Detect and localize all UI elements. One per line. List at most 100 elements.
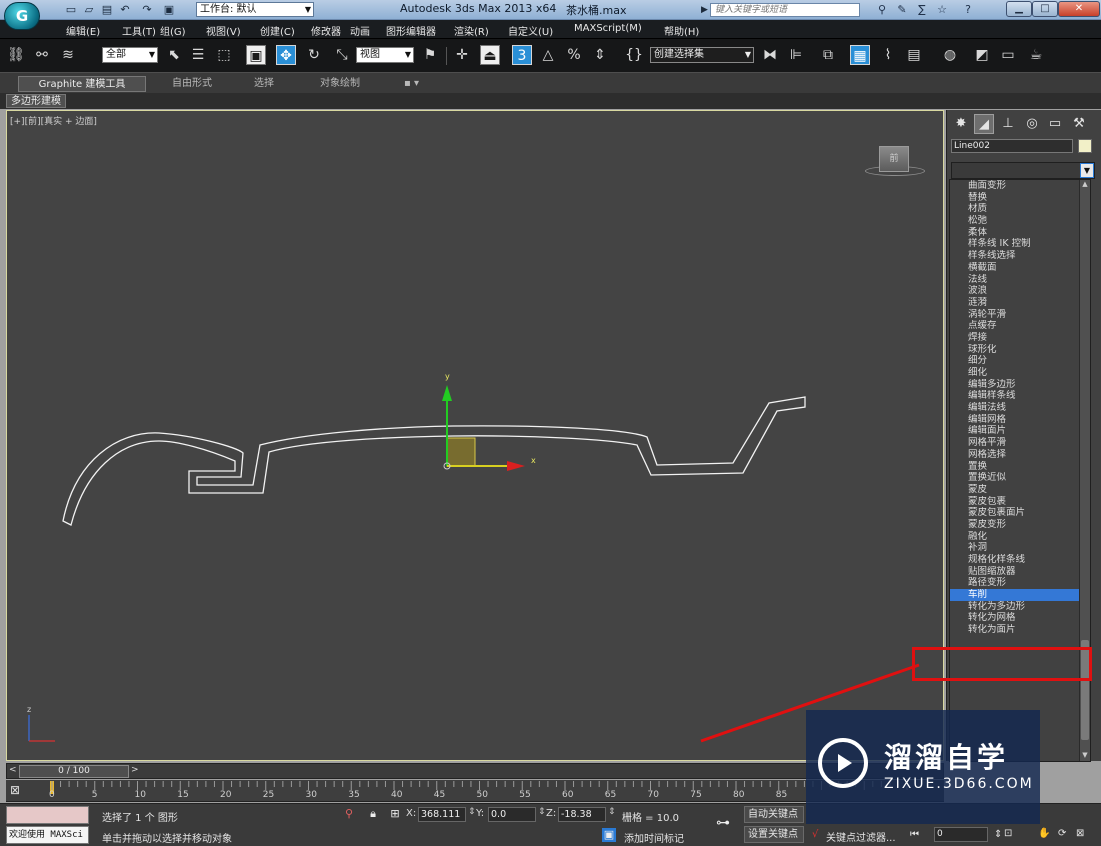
- percent-snap-icon[interactable]: %: [564, 45, 584, 65]
- modifier-list-item[interactable]: 柔体: [950, 227, 1090, 239]
- spinner-snap-icon[interactable]: ⇕: [590, 45, 610, 65]
- tab-freeform[interactable]: 自由形式: [166, 76, 218, 92]
- tab-graphite-modeling-tools[interactable]: Graphite 建模工具: [18, 76, 146, 92]
- redo-icon[interactable]: ↷: [140, 3, 154, 16]
- select-by-name-icon[interactable]: ☰: [188, 45, 208, 65]
- x-coordinate-field[interactable]: 368.111: [418, 807, 466, 822]
- spline-profile-outer[interactable]: [62, 396, 806, 526]
- transform-gizmo-plane[interactable]: [446, 437, 476, 467]
- tab-selection[interactable]: 选择: [248, 76, 280, 92]
- render-setup-icon[interactable]: ◩: [972, 45, 992, 65]
- menu-maxscript[interactable]: MAXScript(M): [574, 23, 642, 34]
- unlink-icon[interactable]: ⚯: [32, 45, 52, 65]
- modifier-list-item[interactable]: 焊接: [950, 332, 1090, 344]
- menu-help[interactable]: 帮助(H): [664, 23, 699, 38]
- next-frame-icon[interactable]: >: [131, 765, 139, 775]
- curve-editor-icon[interactable]: ⌇: [878, 45, 898, 65]
- close-button[interactable]: ✕: [1058, 1, 1100, 17]
- scroll-up-icon[interactable]: ▲: [1080, 180, 1090, 190]
- object-color-swatch[interactable]: [1078, 139, 1092, 153]
- selection-filter-dropdown[interactable]: 全部 ▼: [102, 47, 158, 63]
- angle-snap-icon[interactable]: △: [538, 45, 558, 65]
- modifier-list-item[interactable]: 细化: [950, 367, 1090, 379]
- select-and-link-icon[interactable]: ⛓: [6, 45, 26, 65]
- modifier-list-item[interactable]: 路径变形: [950, 577, 1090, 589]
- modifier-list-item[interactable]: 法线: [950, 274, 1090, 286]
- snaps-toggle-icon[interactable]: 3: [512, 45, 532, 65]
- modifier-list-item[interactable]: 涡轮平滑: [950, 309, 1090, 321]
- menu-customize[interactable]: 自定义(U): [508, 23, 553, 38]
- front-viewport[interactable]: [+][前][真实 + 边面] 前 y x z: [6, 110, 944, 761]
- modifier-list-item[interactable]: 蒙皮包裹: [950, 496, 1090, 508]
- menu-modifiers[interactable]: 修改器: [311, 23, 341, 38]
- time-config-icon[interactable]: ⇕: [994, 829, 1002, 840]
- modifier-list-item[interactable]: 蒙皮包裹面片: [950, 507, 1090, 519]
- search-input[interactable]: ▶ 键入关键字或短语: [701, 3, 860, 17]
- selection-lock-icon[interactable]: 🔒︎: [366, 807, 380, 821]
- modifier-list-item[interactable]: 蒙皮变形: [950, 519, 1090, 531]
- gizmo-x-arrow[interactable]: [507, 461, 525, 471]
- auto-key-button[interactable]: 自动关键点: [744, 806, 804, 823]
- chevron-down-icon[interactable]: ▼: [1080, 163, 1094, 178]
- maximize-button[interactable]: □: [1032, 1, 1058, 17]
- gizmo-y-arrow[interactable]: [442, 385, 452, 401]
- edit-named-selection-icon[interactable]: {}: [624, 45, 644, 65]
- modifier-list-item[interactable]: 规格化样条线: [950, 554, 1090, 566]
- hierarchy-tab-icon[interactable]: ⊥: [998, 114, 1018, 134]
- y-spinner-icon[interactable]: ⇕: [538, 807, 546, 817]
- rectangular-selection-icon[interactable]: ⬚: [214, 45, 234, 65]
- binoculars-icon[interactable]: ⚲: [874, 3, 890, 17]
- modifier-list-item[interactable]: 材质: [950, 203, 1090, 215]
- orbit-icon[interactable]: ⟳: [1058, 828, 1066, 839]
- modifier-list-item[interactable]: 细分: [950, 355, 1090, 367]
- menu-rendering[interactable]: 渲染(R): [454, 23, 489, 38]
- modifier-list-dropdown[interactable]: ▼: [951, 162, 1095, 179]
- menu-edit[interactable]: 编辑(E): [66, 23, 100, 38]
- modifier-list-item[interactable]: 贴图缩放器: [950, 566, 1090, 578]
- modify-tab-icon[interactable]: ◢: [974, 114, 994, 134]
- menu-animation[interactable]: 动画: [350, 23, 370, 38]
- y-coordinate-field[interactable]: 0.0: [488, 807, 536, 822]
- app-menu-button[interactable]: G: [4, 2, 40, 30]
- set-key-icon[interactable]: ⊶: [716, 816, 730, 830]
- modifier-list-item[interactable]: 补洞: [950, 542, 1090, 554]
- z-coordinate-field[interactable]: -18.38: [558, 807, 606, 822]
- object-name-field[interactable]: Line002: [951, 139, 1073, 153]
- modifier-list-item[interactable]: 样条线 IK 控制: [950, 238, 1090, 250]
- isolate-selection-icon[interactable]: ⚲: [342, 807, 356, 821]
- help-icon[interactable]: ?: [960, 3, 976, 17]
- maxscript-welcome[interactable]: 欢迎使用 MAXSci: [6, 826, 89, 844]
- modifier-list-item[interactable]: 编辑网格: [950, 414, 1090, 426]
- modifier-list-item[interactable]: 车削: [950, 589, 1090, 601]
- tab-object-paint[interactable]: 对象绘制: [314, 76, 366, 92]
- favorites-icon[interactable]: ☆: [934, 3, 950, 17]
- current-frame-field[interactable]: 0: [934, 827, 988, 842]
- time-slider-thumb[interactable]: 0 / 100: [19, 765, 129, 778]
- scroll-down-icon[interactable]: ▼: [1080, 751, 1090, 761]
- modifier-list-item[interactable]: 转化为网格: [950, 612, 1090, 624]
- menu-views[interactable]: 视图(V): [206, 23, 241, 38]
- modifier-list-item[interactable]: 转化为多边形: [950, 601, 1090, 613]
- utilities-tab-icon[interactable]: ⚒: [1069, 114, 1089, 134]
- schematic-view-icon[interactable]: ▤: [904, 45, 924, 65]
- new-file-icon[interactable]: ▭: [64, 3, 78, 16]
- save-icon[interactable]: ▤: [100, 3, 114, 16]
- pan-view-icon[interactable]: ✋: [1038, 828, 1050, 839]
- modifier-list-item[interactable]: 蒙皮: [950, 484, 1090, 496]
- modifier-list-item[interactable]: 编辑样条线: [950, 390, 1090, 402]
- menu-group[interactable]: 组(G): [160, 23, 186, 38]
- zoom-extents-icon[interactable]: ⊡: [1004, 828, 1012, 839]
- subscription-icon[interactable]: ∑: [914, 3, 930, 17]
- modifier-list-item[interactable]: 网格平滑: [950, 437, 1090, 449]
- modifier-list-item[interactable]: 编辑面片: [950, 425, 1090, 437]
- layer-manager-icon[interactable]: ⧉: [818, 45, 838, 65]
- goto-start-icon[interactable]: ⏮: [910, 829, 919, 840]
- prev-frame-icon[interactable]: <: [9, 765, 17, 775]
- minimize-button[interactable]: ▁: [1006, 1, 1032, 17]
- keyboard-shortcut-override-icon[interactable]: ⏏: [480, 45, 500, 65]
- graphite-toggle-icon[interactable]: ▦: [850, 45, 870, 65]
- menu-graph-editors[interactable]: 图形编辑器: [386, 23, 436, 38]
- render-production-icon[interactable]: ☕: [1026, 45, 1046, 65]
- select-and-scale-icon[interactable]: ⤡: [332, 45, 352, 65]
- project-folder-icon[interactable]: ▣: [162, 3, 176, 16]
